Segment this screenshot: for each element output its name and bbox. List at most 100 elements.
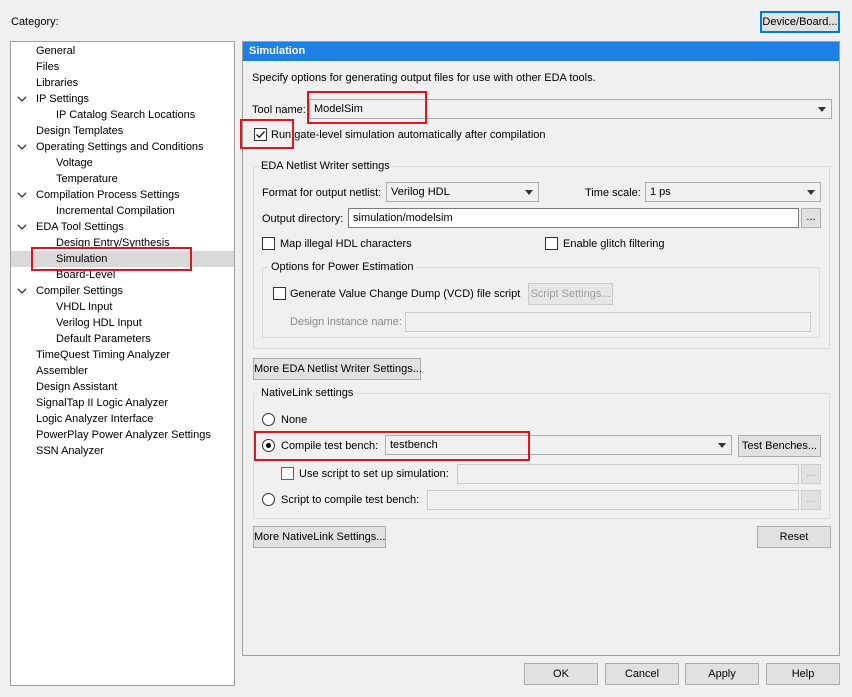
tree-item-label: Operating Settings and Conditions	[36, 141, 204, 153]
tree-item-label: Design Assistant	[36, 381, 118, 393]
tree-item[interactable]: Assembler	[11, 363, 234, 379]
none-radio[interactable]	[262, 413, 275, 426]
glitch-filter-checkbox[interactable]	[545, 237, 558, 250]
tree-item[interactable]: General	[11, 43, 234, 59]
tree-item[interactable]: Verilog HDL Input	[11, 315, 234, 331]
glitch-filter-label: Enable glitch filtering	[563, 238, 665, 250]
tree-item-label: Simulation	[56, 253, 108, 265]
tree-item[interactable]: VHDL Input	[11, 299, 234, 315]
tree-item-label: Verilog HDL Input	[56, 317, 142, 329]
tree-item[interactable]: Design Entry/Synthesis	[11, 235, 234, 251]
radio-dot-icon	[266, 443, 271, 448]
apply-button[interactable]: Apply	[685, 663, 759, 685]
tree-item[interactable]: PowerPlay Power Analyzer Settings	[11, 427, 234, 443]
script-settings-button[interactable]: Script Settings...	[528, 283, 613, 305]
tree-item-label: Logic Analyzer Interface	[36, 413, 154, 425]
tree-item-label: IP Settings	[36, 93, 89, 105]
tree-item[interactable]: SSN Analyzer	[11, 443, 234, 459]
script-compile-browse-button[interactable]: ...	[801, 490, 821, 510]
compile-testbench-label: Compile test bench:	[281, 440, 379, 452]
tree-item[interactable]: TimeQuest Timing Analyzer	[11, 347, 234, 363]
tree-item[interactable]: Temperature	[11, 171, 234, 187]
settings-panel: Simulation Specify options for generatin…	[240, 41, 840, 656]
chevron-down-icon	[818, 107, 826, 112]
chevron-down-icon[interactable]	[17, 283, 27, 299]
tree-item[interactable]: Simulation	[11, 251, 234, 267]
tree-item[interactable]: Incremental Compilation	[11, 203, 234, 219]
panel-description: Specify options for generating output fi…	[252, 72, 596, 84]
tree-item[interactable]: Design Templates	[11, 123, 234, 139]
time-scale-dropdown[interactable]: 1 ps	[645, 182, 821, 202]
use-script-label: Use script to set up simulation:	[299, 468, 449, 480]
output-dir-label: Output directory:	[262, 213, 344, 225]
output-dir-input[interactable]: simulation/modelsim	[348, 208, 799, 228]
chevron-down-icon[interactable]	[17, 219, 27, 235]
map-illegal-checkbox[interactable]	[262, 237, 275, 250]
test-benches-button[interactable]: Test Benches...	[738, 435, 821, 457]
tree-item-label: Board-Level	[56, 269, 116, 281]
tree-item[interactable]: Operating Settings and Conditions	[11, 139, 234, 155]
format-dropdown[interactable]: Verilog HDL	[386, 182, 539, 202]
tree-item-label: Incremental Compilation	[56, 205, 175, 217]
help-button[interactable]: Help	[766, 663, 840, 685]
time-scale-value: 1 ps	[650, 186, 671, 198]
time-scale-label: Time scale:	[585, 187, 641, 199]
panel-title: Simulation	[243, 42, 839, 61]
script-compile-label: Script to compile test bench:	[281, 494, 420, 506]
format-value: Verilog HDL	[391, 186, 450, 198]
cancel-button[interactable]: Cancel	[605, 663, 679, 685]
tree-item[interactable]: Design Assistant	[11, 379, 234, 395]
use-script-input[interactable]	[457, 464, 799, 484]
tree-item[interactable]: Logic Analyzer Interface	[11, 411, 234, 427]
tree-item-label: PowerPlay Power Analyzer Settings	[36, 429, 211, 441]
tree-item[interactable]: EDA Tool Settings	[11, 219, 234, 235]
tree-item[interactable]: Board-Level	[11, 267, 234, 283]
chevron-down-icon	[718, 443, 726, 448]
category-label: Category:	[11, 16, 59, 28]
tree-item-label: Files	[36, 61, 60, 73]
tree-item-label: Design Templates	[36, 125, 124, 137]
tree-item-label: Design Entry/Synthesis	[56, 237, 170, 249]
tree-item[interactable]: Files	[11, 59, 234, 75]
chevron-down-icon[interactable]	[17, 91, 27, 107]
more-netlist-settings-button[interactable]: More EDA Netlist Writer Settings...	[253, 358, 422, 380]
chevron-down-icon[interactable]	[17, 187, 27, 203]
more-nativelink-settings-button[interactable]: More NativeLink Settings...	[253, 526, 386, 548]
tree-item-label: TimeQuest Timing Analyzer	[36, 349, 171, 361]
compile-testbench-radio[interactable]	[262, 439, 275, 452]
tree-item-label: Default Parameters	[56, 333, 151, 345]
tree-item-label: Temperature	[56, 173, 118, 185]
tree-item-label: Assembler	[36, 365, 88, 377]
tree-item[interactable]: SignalTap II Logic Analyzer	[11, 395, 234, 411]
ok-button[interactable]: OK	[524, 663, 598, 685]
tree-item-label: EDA Tool Settings	[36, 221, 124, 233]
tool-name-dropdown[interactable]: ModelSim	[309, 99, 832, 119]
tree-item[interactable]: IP Settings	[11, 91, 234, 107]
run-gate-level-checkbox[interactable]	[254, 128, 267, 141]
tree-item[interactable]: Voltage	[11, 155, 234, 171]
device-board-button[interactable]: Device/Board...	[760, 11, 840, 33]
reset-button[interactable]: Reset	[757, 526, 831, 548]
output-dir-browse-button[interactable]: ...	[801, 208, 821, 228]
vcd-checkbox[interactable]	[273, 287, 286, 300]
testbench-value: testbench	[390, 439, 438, 451]
design-instance-input[interactable]	[405, 312, 811, 332]
tree-item-label: VHDL Input	[56, 301, 113, 313]
use-script-checkbox[interactable]	[281, 467, 294, 480]
map-illegal-label: Map illegal HDL characters	[280, 238, 412, 250]
tree-item-label: Compiler Settings	[36, 285, 123, 297]
tree-item[interactable]: Compiler Settings	[11, 283, 234, 299]
chevron-down-icon	[807, 190, 815, 195]
tree-item[interactable]: Default Parameters	[11, 331, 234, 347]
use-script-browse-button[interactable]: ...	[801, 464, 821, 484]
category-tree[interactable]: General Files Libraries IP Settings IP Catal…	[10, 41, 235, 686]
script-compile-input[interactable]	[427, 490, 799, 510]
tool-name-label: Tool name:	[252, 104, 306, 116]
script-compile-radio[interactable]	[262, 493, 275, 506]
tree-item[interactable]: IP Catalog Search Locations	[11, 107, 234, 123]
tree-item[interactable]: Libraries	[11, 75, 234, 91]
testbench-dropdown[interactable]: testbench	[385, 435, 732, 455]
tree-item[interactable]: Compilation Process Settings	[11, 187, 234, 203]
chevron-down-icon[interactable]	[17, 139, 27, 155]
chevron-down-icon	[525, 190, 533, 195]
